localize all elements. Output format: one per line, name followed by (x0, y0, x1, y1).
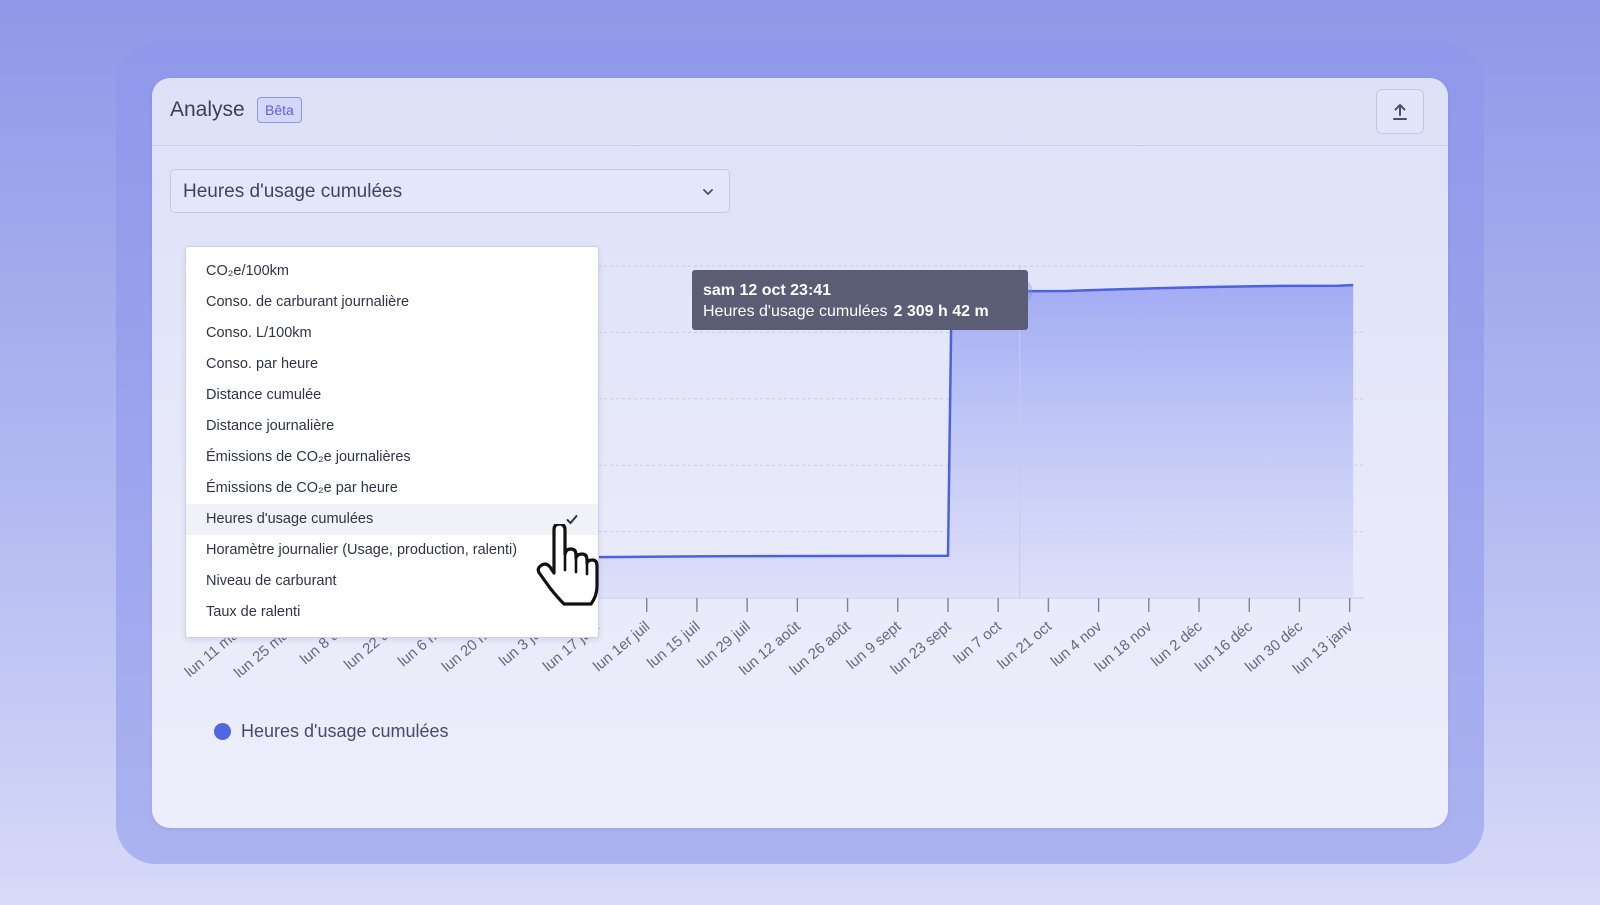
dropdown-item-label: Conso. de carburant journalière (206, 294, 410, 310)
dropdown-item-label: Émissions de CO₂e par heure (206, 480, 398, 496)
dropdown-item-label: Conso. L/100km (206, 325, 312, 341)
dropdown-item[interactable]: Distance cumulée (186, 380, 598, 411)
dropdown-item[interactable]: Conso. de carburant journalière (186, 287, 598, 318)
dropdown-item[interactable]: Conso. L/100km (186, 318, 598, 349)
dropdown-item-label: Heures d'usage cumulées (206, 511, 374, 527)
chart-legend[interactable]: Heures d'usage cumulées (214, 719, 449, 743)
tooltip-label: Heures d'usage cumulées (703, 303, 888, 320)
x-tick-label: lun 15 juil (644, 618, 703, 672)
dropdown-item-label: CO₂e/100km (206, 263, 289, 279)
dropdown-item[interactable]: Distance journalière (186, 411, 598, 442)
tooltip-date: sam 12 oct 23:41 (703, 282, 832, 299)
dropdown-item-label: Émissions de CO₂e journalières (206, 449, 411, 465)
dropdown-item-label: Taux de ralenti (206, 604, 301, 620)
hand-pointer-cursor (536, 524, 599, 606)
dropdown-item-label: Niveau de carburant (206, 573, 337, 589)
legend-dot (214, 722, 231, 740)
tooltip-row: Heures d'usage cumulées 2 309 h 42 m (703, 301, 1017, 322)
tooltip-value: 2 309 h 42 m (893, 303, 989, 320)
chart-tooltip: sam 12 oct 23:41 Heures d'usage cumulées… (692, 270, 1028, 330)
dropdown-item[interactable]: Émissions de CO₂e par heure (186, 473, 598, 504)
dropdown-item[interactable]: Émissions de CO₂e journalières (186, 442, 598, 473)
dropdown-item-label: Distance cumulée (206, 387, 322, 403)
legend-label: Heures d'usage cumulées (241, 720, 449, 741)
x-tick-label: lun 21 oct (994, 618, 1055, 673)
dropdown-item[interactable]: Conso. par heure (186, 349, 598, 380)
dropdown-item[interactable]: CO₂e/100km (186, 256, 598, 287)
x-tick-label: lun 1er juil (590, 618, 653, 675)
dropdown-item-label: Horamètre journalier (Usage, production,… (206, 542, 518, 558)
dropdown-item-label: Conso. par heure (206, 356, 319, 372)
dropdown-item-label: Distance journalière (206, 418, 335, 434)
